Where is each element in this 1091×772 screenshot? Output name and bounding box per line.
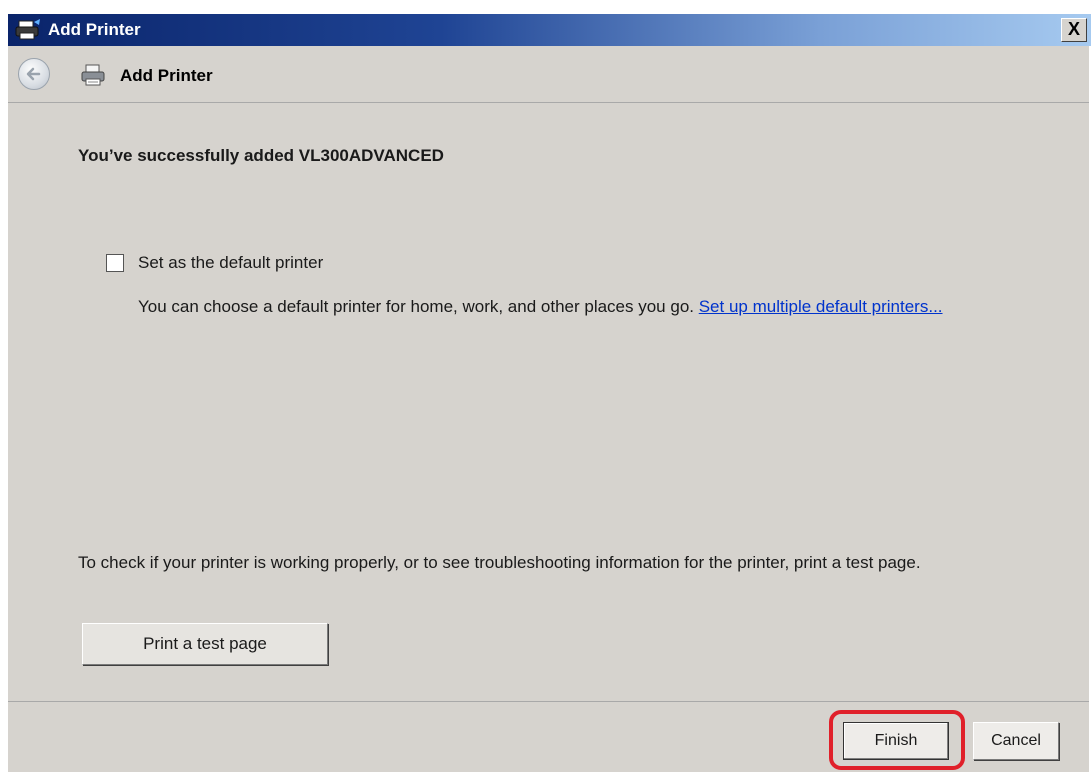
default-printer-info: You can choose a default printer for hom… — [138, 295, 1018, 319]
close-button[interactable]: X — [1061, 18, 1087, 42]
title-bar: Add Printer X — [8, 14, 1091, 46]
navigation-bar: Add Printer — [8, 46, 1091, 102]
cancel-button[interactable]: Cancel — [973, 722, 1059, 760]
default-printer-checkbox[interactable] — [106, 254, 124, 272]
multiple-default-printers-link[interactable]: Set up multiple default printers... — [699, 297, 943, 316]
print-test-page-button[interactable]: Print a test page — [82, 623, 328, 665]
success-heading: You’ve successfully added VL300ADVANCED — [78, 146, 444, 165]
back-button[interactable] — [18, 58, 50, 90]
add-printer-window: Add Printer X Add Printer You’ve success… — [8, 14, 1091, 772]
back-arrow-icon — [26, 67, 41, 81]
finish-button[interactable]: Finish — [843, 722, 949, 760]
default-printer-label[interactable]: Set as the default printer — [138, 253, 323, 273]
content-panel: You’ve successfully added VL300ADVANCED … — [8, 102, 1091, 702]
window-title: Add Printer — [48, 20, 141, 39]
printer-icon — [14, 19, 42, 41]
printer-icon — [80, 64, 106, 86]
test-page-instructions: To check if your printer is working prop… — [78, 553, 921, 572]
button-bar: Finish Cancel — [8, 702, 1091, 772]
wizard-title: Add Printer — [120, 66, 213, 85]
info-text: You can choose a default printer for hom… — [138, 297, 699, 316]
